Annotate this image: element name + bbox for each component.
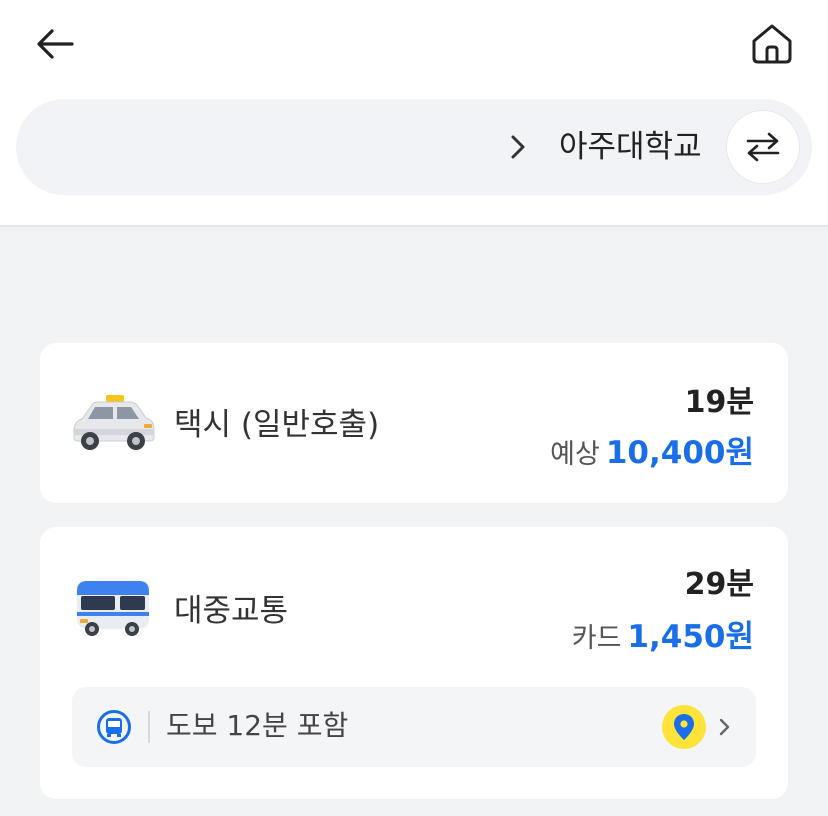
origin-field[interactable]: [56, 127, 496, 167]
map-pin-button[interactable]: [662, 705, 706, 749]
price-label: 예상: [550, 439, 600, 470]
chevron-right-icon: [511, 135, 525, 159]
chevron-right-icon: [719, 718, 730, 736]
price-label: 카드: [571, 623, 622, 654]
home-icon: [752, 24, 792, 64]
route-bar: 아주대학교: [16, 99, 812, 195]
price-value: 1,450원: [627, 619, 754, 655]
back-button[interactable]: [34, 24, 78, 64]
taxi-icon: [73, 395, 155, 450]
swap-button[interactable]: [726, 110, 800, 184]
travel-time: 19분: [684, 385, 754, 420]
taxi-option-card[interactable]: 택시 (일반호출) 19분 예상 10,400원: [40, 343, 788, 503]
bus-icon: [77, 581, 149, 636]
swap-arrows-icon: [746, 132, 780, 162]
price-line: 예상 10,400원: [550, 427, 754, 472]
transit-option-card[interactable]: 대중교통 29분 카드 1,450원 도보 12분 포함: [40, 527, 788, 799]
location-pin-icon: [674, 714, 694, 740]
route-detail-row[interactable]: 도보 12분 포함: [72, 687, 756, 767]
price-line: 카드 1,450원: [572, 611, 754, 656]
price-value: 10,400원: [605, 435, 754, 471]
destination-field[interactable]: 아주대학교: [559, 125, 702, 169]
mode-label: 대중교통: [174, 593, 289, 629]
mode-label: 택시 (일반호출): [174, 407, 380, 443]
bus-badge-icon: [97, 710, 131, 744]
travel-time: 29분: [684, 567, 754, 602]
top-header: 아주대학교: [0, 0, 828, 227]
walk-info-text: 도보 12분 포함: [166, 709, 349, 742]
arrow-left-icon: [37, 29, 74, 59]
home-button[interactable]: [748, 20, 796, 68]
divider: [148, 711, 150, 743]
